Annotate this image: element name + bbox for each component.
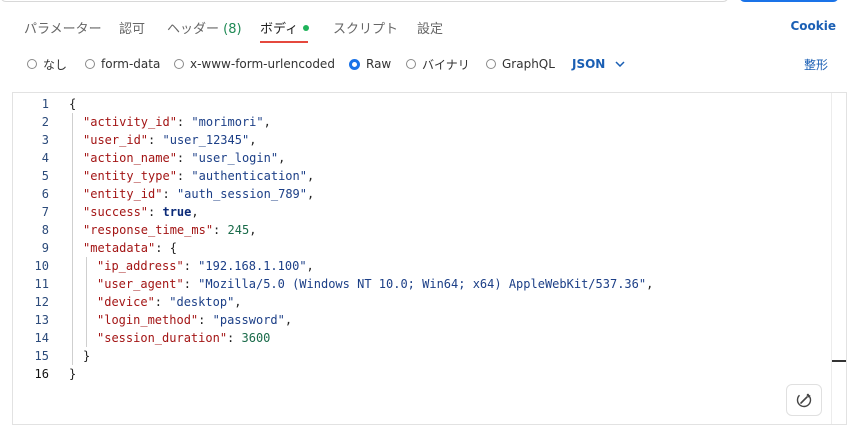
body-status-dot [303,25,310,31]
value-login-method: password [219,313,278,327]
value-action-name: user_login [198,151,271,165]
body-type-none-label: なし [43,57,68,72]
tab-params[interactable]: パラメーター [24,18,102,37]
body-type-raw-label: Raw [366,57,392,71]
radio-urlencoded[interactable] [174,59,184,69]
tab-scripts[interactable]: スクリプト [333,18,398,37]
value-user-agent: Mozilla/5.0 (Windows NT 10.0; Win64; x64… [205,277,639,291]
headers-count: (8) [223,22,242,37]
code-content[interactable]: 1{ 2 "activity_id": "morimori", 3 "user_id… [13,95,832,383]
line-number: 4 [41,151,49,165]
chevron-down-icon [615,61,625,67]
line-number: 5 [41,169,49,183]
code-line: 14 "session_duration": 3600 [13,329,832,347]
magic-wand-icon [796,392,812,408]
tab-body[interactable]: ボディ [260,18,310,37]
line-number: 12 [34,295,49,309]
url-input[interactable] [0,0,729,2]
code-line: 9 "metadata": { [13,239,832,257]
code-line: 2 "activity_id": "morimori", [13,113,832,131]
line-number: 14 [34,331,49,345]
tab-body-label: ボディ [260,22,299,37]
value-entity-type: authentication [198,169,300,183]
body-type-raw[interactable]: Raw [349,54,391,74]
tab-headers[interactable]: ヘッダー (8) [167,18,242,37]
value-device: desktop [176,295,228,309]
code-line: 8 "response_time_ms": 245, [13,221,832,239]
radio-graphql[interactable] [486,59,496,69]
code-line: 1{ [13,95,832,113]
body-type-options: なし form-data x-www-form-urlencoded Raw バ… [0,54,852,74]
line-number: 15 [34,349,49,363]
line-number: 3 [41,133,49,147]
tab-auth[interactable]: 認可 [119,18,145,37]
tab-settings[interactable]: 設定 [417,18,443,37]
beautify-button[interactable]: 整形 [804,54,828,74]
code-line: 7 "success": true, [13,203,832,221]
body-type-urlencoded[interactable]: x-www-form-urlencoded [174,54,335,74]
value-ip-address: 192.168.1.100 [205,259,300,273]
code-line: 6 "entity_id": "auth_session_789", [13,185,832,203]
ai-assist-button[interactable] [786,384,822,416]
value-entity-id: auth_session_789 [184,187,300,201]
body-type-graphql[interactable]: GraphQL [486,54,555,74]
radio-binary[interactable] [406,59,416,69]
vertical-scrollbar[interactable] [831,93,846,424]
code-line: 15} [13,347,832,365]
request-tabs: パラメーター 認可 ヘッダー (8) ボディ スクリプト 設定 [0,10,852,46]
line-number: 8 [41,223,49,237]
code-line: 11 "user_agent": "Mozilla/5.0 (Windows NT… [13,275,832,293]
body-type-urlencoded-label: x-www-form-urlencoded [190,57,335,71]
scroll-position-marker [832,360,846,362]
value-user-id: user_12345 [169,133,242,147]
line-number: 2 [41,115,49,129]
body-type-binary[interactable]: バイナリ [406,54,470,74]
code-line: 5 "entity_type": "authentication", [13,167,832,185]
body-type-graphql-label: GraphQL [502,57,555,71]
line-number: 10 [34,259,49,273]
code-line: 13 "login_method": "password", [13,311,832,329]
raw-format-label: JSON [572,57,606,71]
body-type-form-data[interactable]: form-data [85,54,160,74]
radio-raw[interactable] [349,58,360,70]
line-number: 7 [41,205,49,219]
tab-headers-label: ヘッダー [167,22,220,37]
line-number: 16 [34,367,49,381]
code-editor[interactable]: 1{ 2 "activity_id": "morimori", 3 "user_id… [12,92,847,425]
body-type-none[interactable]: なし [27,54,67,74]
value-activity-id: morimori [198,115,257,129]
line-number: 11 [34,277,49,291]
indent-guide [86,257,87,347]
line-number: 9 [41,241,49,255]
raw-format-select[interactable]: JSON [572,54,625,74]
body-type-binary-label: バイナリ [422,57,470,72]
code-line: 4 "action_name": "user_login", [13,149,832,167]
body-type-form-data-label: form-data [101,57,161,71]
send-button[interactable] [739,0,839,2]
line-number: 1 [41,97,49,111]
code-line: 12 "device": "desktop", [13,293,832,311]
code-line: 3 "user_id": "user_12345", [13,131,832,149]
cookie-link[interactable]: Cookie [790,19,836,33]
value-session-duration: 3600 [241,331,271,345]
line-number: 13 [34,313,49,327]
indent-guide [72,113,73,365]
line-number: 6 [41,187,49,201]
radio-form-data[interactable] [85,59,95,69]
value-response-time: 245 [227,223,250,237]
radio-none[interactable] [27,59,37,69]
value-success: true [162,205,192,219]
code-line: 10 "ip_address": "192.168.1.100", [13,257,832,275]
code-line: 16} [13,365,832,383]
active-tab-underline [260,41,308,43]
